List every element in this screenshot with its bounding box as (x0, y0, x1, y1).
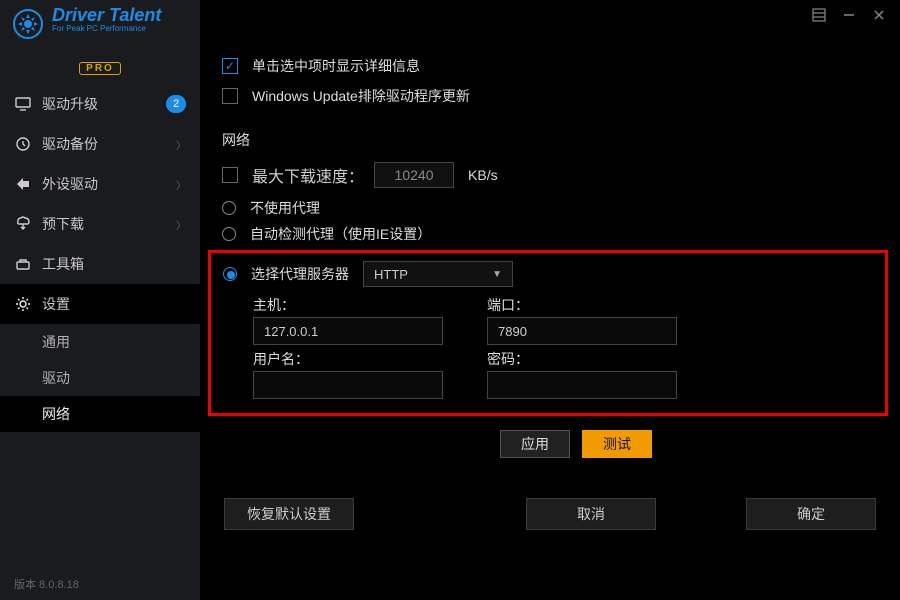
sub-label: 驱动 (42, 368, 70, 388)
proxy-type-select[interactable]: HTTP ▼ (363, 261, 513, 287)
pass-input[interactable] (487, 371, 677, 399)
settings-sub-general[interactable]: 通用 (0, 324, 200, 360)
pass-label: 密码： (487, 349, 697, 369)
clock-icon (14, 135, 32, 153)
restore-defaults-button[interactable]: 恢复默认设置 (224, 498, 354, 530)
chevron-right-icon: 〉 (176, 177, 186, 192)
radio-label: 自动检测代理（使用IE设置） (250, 224, 431, 244)
user-input[interactable] (253, 371, 443, 399)
option-label: Windows Update排除驱动程序更新 (252, 86, 470, 106)
close-button[interactable] (872, 8, 886, 22)
download-icon (14, 215, 32, 233)
port-label: 端口： (487, 295, 697, 315)
cancel-button[interactable]: 取消 (526, 498, 656, 530)
gear-icon (10, 6, 46, 42)
radio-select-proxy[interactable] (223, 267, 237, 281)
sub-label: 通用 (42, 332, 70, 352)
checkbox-show-details[interactable]: ✓ (222, 58, 238, 74)
proxy-type-value: HTTP (374, 267, 408, 282)
minimize-button[interactable] (842, 8, 856, 22)
max-speed-input[interactable] (374, 162, 454, 188)
checkbox-exclude-wu[interactable] (222, 88, 238, 104)
sidebar-item-label: 外设驱动 (42, 174, 98, 194)
ok-button[interactable]: 确定 (746, 498, 876, 530)
sub-label: 网络 (42, 404, 70, 424)
app-title: Driver Talent (52, 6, 161, 24)
settings-sub-network[interactable]: 网络 (0, 396, 200, 432)
option-label: 单击选中项时显示详细信息 (252, 56, 420, 76)
chevron-down-icon: ▼ (492, 269, 502, 280)
max-speed-label: 最大下载速度： (252, 163, 364, 187)
radio-label: 选择代理服务器 (251, 264, 349, 284)
sidebar-item-label: 设置 (42, 294, 70, 314)
pro-badge: PRO (79, 62, 121, 75)
proxy-highlight-box: 选择代理服务器 HTTP ▼ 主机： 端口： 用户名： 密码： (208, 250, 888, 416)
sidebar-item-settings[interactable]: 设置 (0, 284, 200, 324)
check-icon: ✓ (225, 60, 235, 72)
host-label: 主机： (253, 295, 463, 315)
chevron-right-icon: 〉 (176, 137, 186, 152)
sidebar-item-label: 预下载 (42, 214, 84, 234)
sidebar-item-label: 驱动备份 (42, 134, 98, 154)
host-input[interactable] (253, 317, 443, 345)
radio-auto-proxy[interactable] (222, 227, 236, 241)
settings-icon (14, 295, 32, 313)
chevron-right-icon: 〉 (176, 217, 186, 232)
test-button[interactable]: 测试 (582, 430, 652, 458)
user-label: 用户名： (253, 349, 463, 369)
sidebar-item-backup[interactable]: 驱动备份 〉 (0, 124, 200, 164)
sidebar: Driver Talent For Peak PC Performance PR… (0, 0, 200, 600)
settings-sub-driver[interactable]: 驱动 (0, 360, 200, 396)
logo: Driver Talent For Peak PC Performance (0, 0, 200, 60)
sidebar-item-predownload[interactable]: 预下载 〉 (0, 204, 200, 244)
sidebar-item-label: 工具箱 (42, 254, 84, 274)
badge-count: 2 (166, 95, 186, 113)
checkbox-max-speed[interactable] (222, 167, 238, 183)
sidebar-item-peripheral[interactable]: 外设驱动 〉 (0, 164, 200, 204)
port-input[interactable] (487, 317, 677, 345)
version-label: 版本 8.0.8.18 (14, 576, 79, 592)
toolbox-icon (14, 255, 32, 273)
sidebar-item-toolbox[interactable]: 工具箱 (0, 244, 200, 284)
apply-button[interactable]: 应用 (500, 430, 570, 458)
radio-label: 不使用代理 (250, 198, 320, 218)
sidebar-item-label: 驱动升级 (42, 94, 98, 114)
menu-icon[interactable] (812, 8, 826, 22)
radio-no-proxy[interactable] (222, 201, 236, 215)
sidebar-item-upgrade[interactable]: 驱动升级 2 (0, 84, 200, 124)
settings-content: ✓ 单击选中项时显示详细信息 Windows Update排除驱动程序更新 网络… (200, 0, 900, 600)
speed-unit: KB/s (468, 167, 498, 183)
usb-icon (14, 175, 32, 193)
app-tagline: For Peak PC Performance (52, 25, 161, 33)
network-section-title: 网络 (222, 130, 900, 150)
monitor-icon (14, 95, 32, 113)
